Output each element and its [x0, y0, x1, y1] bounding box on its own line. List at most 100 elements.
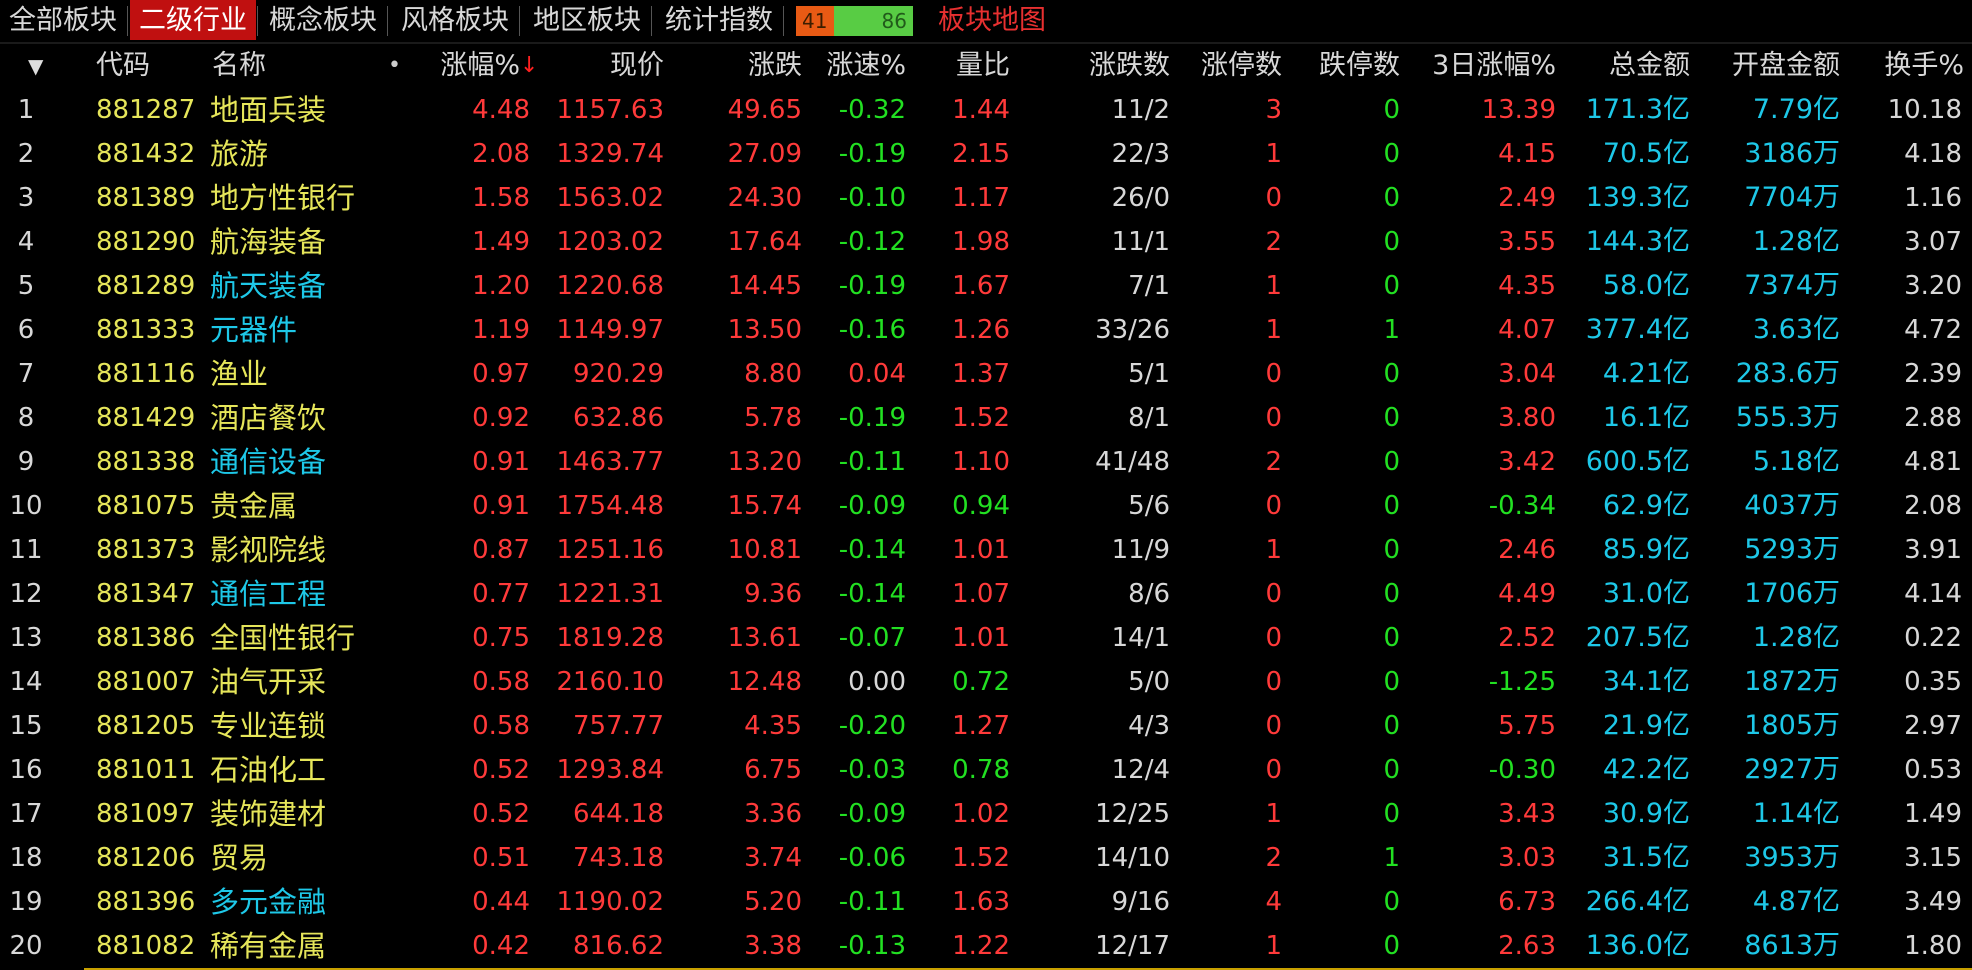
sector-name: 通信设备: [210, 445, 327, 479]
change-amount: 27.09: [727, 139, 802, 169]
turnover-rate: 0.22: [1904, 623, 1962, 653]
advance-decline: 5/0: [1128, 667, 1170, 697]
tab-all[interactable]: 全部板块: [0, 0, 126, 40]
sector-name: 装饰建材: [210, 797, 327, 831]
header-open-amount[interactable]: 开盘金额: [1700, 44, 1840, 88]
change-pct: 0.92: [472, 403, 530, 433]
table-row[interactable]: 16 881011 石油化工 0.52 1293.84 6.75 -0.03 0.78 12/4…: [0, 748, 1972, 792]
table-row[interactable]: 3 881389 地方性银行 1.58 1563.02 24.30 -0.10 1.17 26/…: [0, 176, 1972, 220]
column-menu-icon[interactable]: ▼: [28, 44, 43, 88]
header-turnover[interactable]: 换手%: [1860, 44, 1964, 88]
total-amount: 136.0亿: [1585, 930, 1690, 961]
table-row[interactable]: 14 881007 油气开采 0.58 2160.10 12.48 0.00 0.72 5/0 0…: [0, 660, 1972, 704]
row-index: 2: [17, 139, 35, 169]
table-row[interactable]: 1 881287 地面兵装 4.48 1157.63 49.65 -0.32 1.44 11/2…: [0, 88, 1972, 132]
table-row[interactable]: 18 881206 贸易 0.51 743.18 3.74 -0.06 1.52 14/10 2 1…: [0, 836, 1972, 880]
current-price: 1819.28: [556, 623, 664, 653]
advance-decline: 8/1: [1128, 403, 1170, 433]
open-amount: 1.28亿: [1752, 226, 1840, 257]
sector-name: 航海装备: [210, 225, 327, 259]
table-row[interactable]: 20 881082 稀有金属 0.42 816.62 3.38 -0.13 1.22 12/17…: [0, 924, 1972, 968]
limit-down-count: 0: [1383, 579, 1400, 609]
header-price[interactable]: 现价: [540, 44, 664, 88]
change-pct: 0.97: [472, 359, 530, 389]
limit-down-count: 0: [1383, 139, 1400, 169]
turnover-rate: 4.14: [1904, 579, 1962, 609]
tab-stats[interactable]: 统计指数: [656, 0, 782, 40]
current-price: 1221.31: [556, 579, 664, 609]
table-row[interactable]: 7 881116 渔业 0.97 920.29 8.80 0.04 1.37 5/1 0 0 3.04…: [0, 352, 1972, 396]
tab-region[interactable]: 地区板块: [524, 0, 650, 40]
limit-up-count: 1: [1265, 799, 1282, 829]
header-chg[interactable]: 涨跌: [690, 44, 802, 88]
header-name[interactable]: 名称: [212, 44, 266, 88]
turnover-rate: 2.97: [1904, 711, 1962, 741]
limit-up-count: 0: [1265, 183, 1282, 213]
table-row[interactable]: 9 881338 通信设备 0.91 1463.77 13.20 -0.11 1.10 41/4…: [0, 440, 1972, 484]
header-speed[interactable]: 涨速%: [810, 44, 906, 88]
table-row[interactable]: 2 881432 旅游 2.08 1329.74 27.09 -0.19 2.15 22/3 1 0…: [0, 132, 1972, 176]
three-day-change: -0.34: [1488, 491, 1556, 521]
table-row[interactable]: 5 881289 航天装备 1.20 1220.68 14.45 -0.19 1.67 7/1 1…: [0, 264, 1972, 308]
sector-code: 881289: [96, 271, 196, 301]
dot-icon: •: [388, 53, 401, 78]
table-row[interactable]: 11 881373 影视院线 0.87 1251.16 10.81 -0.14 1.01 11/…: [0, 528, 1972, 572]
total-amount: 34.1亿: [1602, 666, 1690, 697]
volume-ratio: 1.01: [952, 623, 1010, 653]
header-limit-down[interactable]: 跌停数: [1290, 44, 1400, 88]
current-price: 1149.97: [556, 315, 664, 345]
open-amount: 5293万: [1744, 534, 1840, 565]
three-day-change: 3.04: [1498, 359, 1556, 389]
header-three-day[interactable]: 3日涨幅%: [1410, 44, 1556, 88]
volume-ratio: 1.17: [952, 183, 1010, 213]
table-row[interactable]: 6 881333 元器件 1.19 1149.97 13.50 -0.16 1.26 33/26…: [0, 308, 1972, 352]
three-day-change: 2.46: [1498, 535, 1556, 565]
header-limit-up[interactable]: 涨停数: [1170, 44, 1282, 88]
header-code[interactable]: 代码: [96, 44, 150, 88]
limit-up-count: 0: [1265, 403, 1282, 433]
row-index: 18: [9, 843, 43, 873]
tab-level2[interactable]: 二级行业: [130, 0, 256, 40]
turnover-rate: 1.49: [1904, 799, 1962, 829]
advance-decline: 14/10: [1095, 843, 1170, 873]
three-day-change: 6.73: [1498, 887, 1556, 917]
total-amount: 139.3亿: [1585, 182, 1690, 213]
three-day-change: 3.80: [1498, 403, 1556, 433]
change-pct: 1.58: [472, 183, 530, 213]
tab-concept[interactable]: 概念板块: [260, 0, 386, 40]
volume-ratio: 0.72: [952, 667, 1010, 697]
current-price: 1563.02: [556, 183, 664, 213]
table-row[interactable]: 8 881429 酒店餐饮 0.92 632.86 5.78 -0.19 1.52 8/1 0 0 3…: [0, 396, 1972, 440]
turnover-rate: 3.91: [1904, 535, 1962, 565]
table-row[interactable]: 13 881386 全国性银行 0.75 1819.28 13.61 -0.07 1.01 14…: [0, 616, 1972, 660]
volume-ratio: 1.63: [952, 887, 1010, 917]
change-amount: 24.30: [727, 183, 802, 213]
sort-desc-icon: ↓: [520, 53, 539, 78]
current-price: 644.18: [573, 799, 664, 829]
change-amount: 3.36: [744, 799, 802, 829]
total-amount: 58.0亿: [1602, 270, 1690, 301]
table-row[interactable]: 17 881097 装饰建材 0.52 644.18 3.36 -0.09 1.02 12/25…: [0, 792, 1972, 836]
change-pct: 1.49: [472, 227, 530, 257]
row-index: 15: [9, 711, 43, 741]
limit-down-count: 0: [1383, 183, 1400, 213]
table-row[interactable]: 15 881205 专业连锁 0.58 757.77 4.35 -0.20 1.27 4/3 0 0…: [0, 704, 1972, 748]
sector-map-link[interactable]: 板块地图: [938, 0, 1046, 40]
advance-decline: 11/9: [1111, 535, 1170, 565]
turnover-rate: 1.16: [1904, 183, 1962, 213]
tab-style[interactable]: 风格板块: [392, 0, 518, 40]
change-speed: 0.04: [848, 359, 906, 389]
table-row[interactable]: 4 881290 航海装备 1.49 1203.02 17.64 -0.12 1.98 11/1…: [0, 220, 1972, 264]
table-row[interactable]: 12 881347 通信工程 0.77 1221.31 9.36 -0.14 1.07 8/6 0…: [0, 572, 1972, 616]
table-row[interactable]: 10 881075 贵金属 0.91 1754.48 15.74 -0.09 0.94 5/6 0…: [0, 484, 1972, 528]
limit-up-count: 1: [1265, 139, 1282, 169]
header-vol-ratio[interactable]: 量比: [920, 44, 1010, 88]
row-index: 9: [17, 447, 35, 477]
change-pct: 0.87: [472, 535, 530, 565]
turnover-rate: 0.53: [1904, 755, 1962, 785]
header-amount[interactable]: 总金额: [1570, 44, 1690, 88]
tab-separator: [519, 6, 520, 36]
header-adv-dec[interactable]: 涨跌数: [1050, 44, 1170, 88]
header-pct[interactable]: 涨幅%: [410, 44, 520, 88]
table-row[interactable]: 19 881396 多元金融 0.44 1190.02 5.20 -0.11 1.63 9/16…: [0, 880, 1972, 924]
